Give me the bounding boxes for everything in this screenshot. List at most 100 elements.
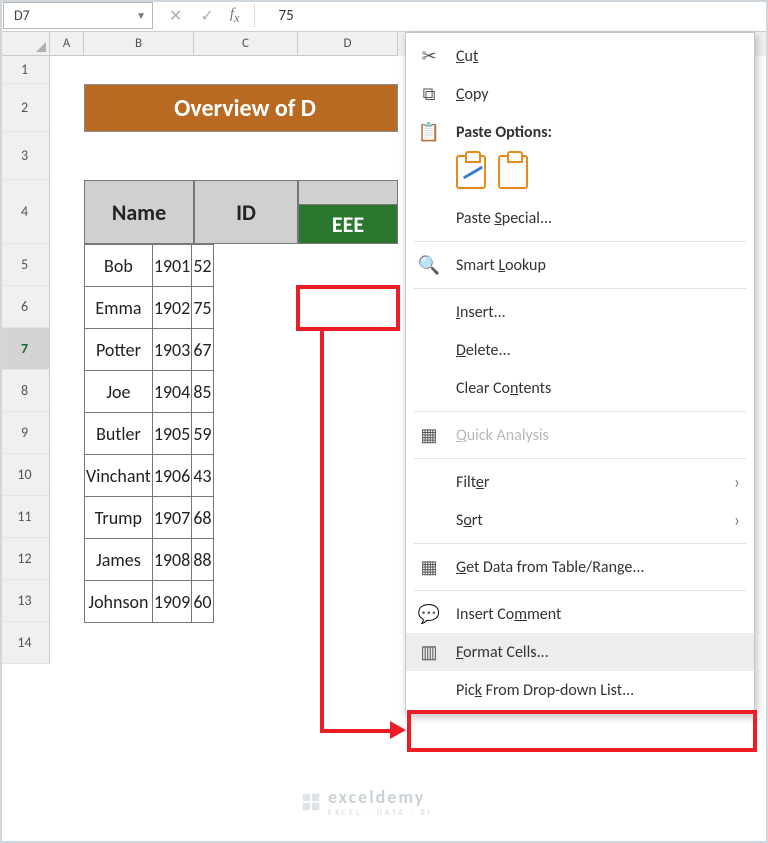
cell-eee[interactable]: 60 [192, 581, 213, 623]
ctx-get-data[interactable]: ▦ Get Data from Table/Range... Get Data … [406, 548, 754, 586]
row-header-11[interactable]: 11 [0, 496, 50, 538]
cell-id[interactable]: 1904 [152, 371, 192, 413]
ctx-insert-comment[interactable]: 💬 Insert Comment Insert Comment [406, 595, 754, 633]
cell-id[interactable]: 1901 [152, 245, 192, 287]
cell-id[interactable]: 1905 [152, 413, 192, 455]
cell-id[interactable]: 1906 [152, 455, 192, 497]
col-header-C[interactable]: C [194, 32, 298, 56]
paste-icon[interactable] [498, 155, 528, 189]
cell-eee[interactable]: 43 [192, 455, 213, 497]
ctx-insert[interactable]: Insert... Insert... [406, 293, 754, 331]
context-menu: ✂ Cut Cut ⧉ Copy Copy 📋 Paste Options: P… [405, 32, 755, 714]
header-eee-top[interactable] [298, 180, 398, 204]
cell-name[interactable]: Emma [85, 287, 153, 329]
col-a-area[interactable] [50, 56, 84, 756]
col-header-B[interactable]: B [84, 32, 194, 56]
select-all-corner[interactable] [0, 32, 50, 56]
cell-name[interactable]: Vinchant [85, 455, 153, 497]
cell-name[interactable]: Butler [85, 413, 153, 455]
row-headers: 1 2 3 4 5 6 7 8 9 10 11 12 13 14 [0, 56, 50, 664]
name-box-dropdown-icon[interactable]: ▼ [136, 9, 146, 22]
formula-input[interactable]: 75 [255, 0, 768, 31]
cell-id[interactable]: 1902 [152, 287, 192, 329]
submenu-arrow-icon: › [734, 509, 740, 531]
ctx-label: Paste Options: [456, 123, 552, 142]
paste-options-row [406, 151, 754, 199]
ctx-paste-special[interactable]: Paste Special... Paste Special... [406, 199, 754, 237]
col-header-D[interactable]: D [298, 32, 398, 56]
cancel-icon[interactable]: ✕ [169, 6, 182, 26]
paste-keep-formatting-icon[interactable] [456, 155, 486, 189]
header-eee-wrap: EEE [298, 180, 398, 244]
cell-name[interactable]: Potter [85, 329, 153, 371]
col-header-A[interactable]: A [50, 32, 84, 56]
ctx-label: Quick Analysis [456, 426, 549, 445]
ctx-label: Insert Comment [456, 605, 561, 624]
row-header-7[interactable]: 7 [0, 328, 50, 370]
header-eee[interactable]: EEE [298, 204, 398, 244]
ctx-quick-analysis: ▦ Quick Analysis Quick Analysis [406, 416, 754, 454]
row-header-1[interactable]: 1 [0, 56, 50, 84]
highlight-format-cells [407, 710, 757, 752]
scissors-icon: ✂ [416, 45, 442, 67]
cell-name[interactable]: James [85, 539, 153, 581]
row-header-12[interactable]: 12 [0, 538, 50, 580]
row-header-5[interactable]: 5 [0, 244, 50, 286]
ctx-smart-lookup[interactable]: 🔍 Smart Lookup Smart Lookup [406, 246, 754, 284]
cell-id[interactable]: 1907 [152, 497, 192, 539]
row-header-9[interactable]: 9 [0, 412, 50, 454]
title-cell[interactable]: Overview of D [84, 84, 398, 132]
annotation-arrow-head [390, 721, 406, 739]
header-id[interactable]: ID [194, 180, 298, 244]
ctx-label: Insert... [456, 303, 506, 322]
search-icon: 🔍 [416, 254, 442, 276]
ctx-pick-from-list[interactable]: Pick From Drop-down List... Pick From Dr… [406, 671, 754, 709]
cell-eee[interactable]: 85 [192, 371, 213, 413]
cell-eee[interactable]: 88 [192, 539, 213, 581]
row-header-10[interactable]: 10 [0, 454, 50, 496]
cell-eee[interactable]: 67 [192, 329, 213, 371]
name-box[interactable]: D7 ▼ [3, 2, 153, 29]
ctx-label: Pick From Drop-down List... [456, 681, 634, 700]
copy-icon: ⧉ [416, 83, 442, 105]
header-name[interactable]: Name [84, 180, 194, 244]
row-header-14[interactable]: 14 [0, 622, 50, 664]
row-header-3[interactable]: 3 [0, 132, 50, 180]
ctx-copy[interactable]: ⧉ Copy Copy [406, 75, 754, 113]
cell-eee[interactable]: 52 [192, 245, 213, 287]
comment-icon: 💬 [416, 603, 442, 625]
name-box-value: D7 [14, 7, 30, 24]
ctx-label: Sort [456, 511, 483, 530]
cell-id[interactable]: 1908 [152, 539, 192, 581]
row-header-4[interactable]: 4 [0, 180, 50, 244]
cell-id[interactable]: 1903 [152, 329, 192, 371]
ctx-delete[interactable]: Delete... Delete... [406, 331, 754, 369]
watermark-tag: EXCEL · DATA · BI [328, 808, 433, 818]
cell-name[interactable]: Trump [85, 497, 153, 539]
data-table: Bob190152 Emma190275 Potter190367 Joe190… [84, 244, 214, 623]
ctx-cut[interactable]: ✂ Cut Cut [406, 37, 754, 75]
row-header-13[interactable]: 13 [0, 580, 50, 622]
cell-eee[interactable]: 68 [192, 497, 213, 539]
cell-eee[interactable]: 75 [192, 287, 213, 329]
ctx-filter[interactable]: Filter › Filter [406, 463, 754, 501]
row-header-6[interactable]: 6 [0, 286, 50, 328]
cell-name[interactable]: Joe [85, 371, 153, 413]
enter-icon[interactable]: ✓ [200, 6, 213, 26]
fx-icon[interactable]: fx [230, 6, 254, 26]
ctx-clear-contents[interactable]: Clear Contents Clear Contents [406, 369, 754, 407]
ctx-format-cells[interactable]: ▥ Format Cells... Format Cells... [406, 633, 754, 671]
cell-id[interactable]: 1909 [152, 581, 192, 623]
row-header-8[interactable]: 8 [0, 370, 50, 412]
row-header-2[interactable]: 2 [0, 84, 50, 132]
table-row: Vinchant190643 [85, 455, 214, 497]
ctx-sort[interactable]: Sort › Sort [406, 501, 754, 539]
logo-icon [300, 791, 322, 813]
quick-analysis-icon: ▦ [416, 424, 442, 446]
table-row: Joe190485 [85, 371, 214, 413]
cell-eee[interactable]: 59 [192, 413, 213, 455]
cell-name[interactable]: Johnson [85, 581, 153, 623]
ctx-label: Format Cells... [456, 643, 549, 662]
ctx-label: Cut [456, 47, 478, 66]
cell-name[interactable]: Bob [85, 245, 153, 287]
